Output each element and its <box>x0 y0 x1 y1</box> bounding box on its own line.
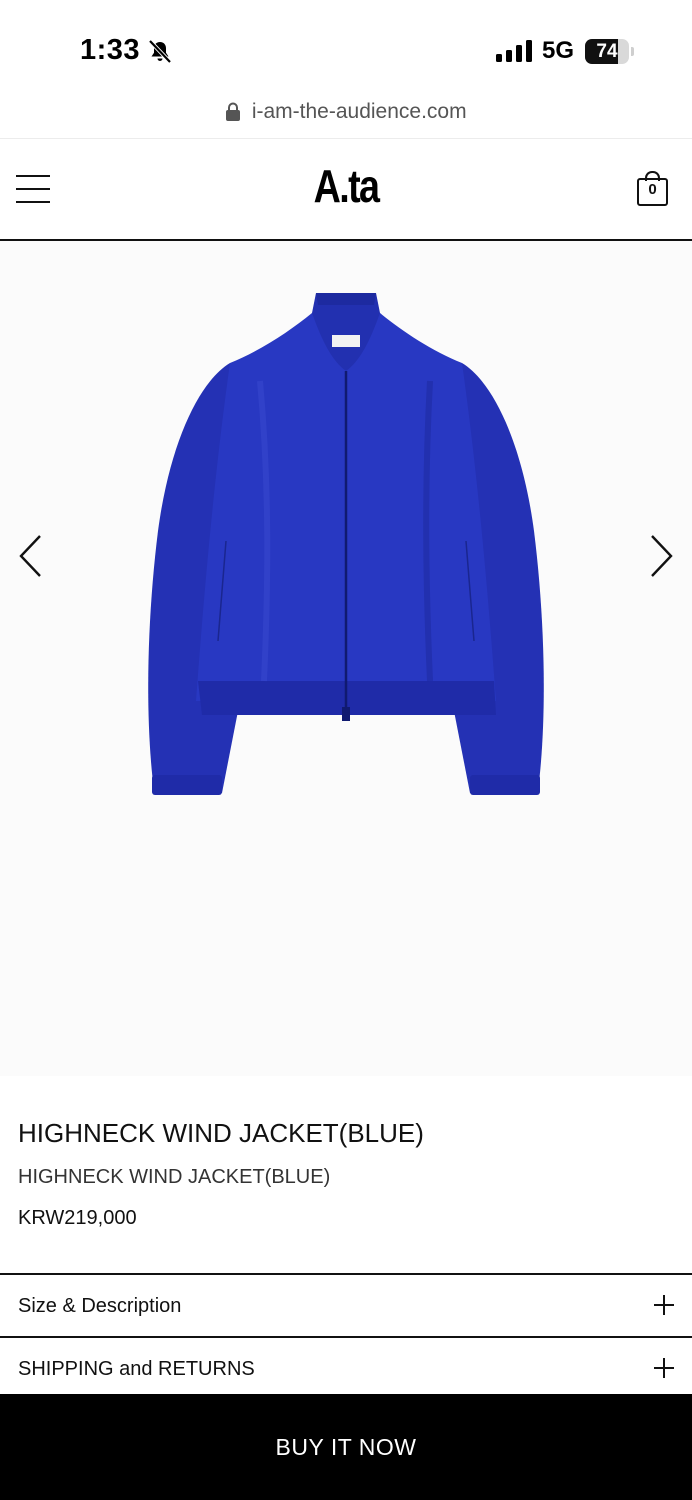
accordion-size-description[interactable]: Size & Description <box>0 1273 692 1337</box>
accordion-label: Size & Description <box>18 1295 182 1317</box>
chevron-left-icon[interactable] <box>16 533 46 579</box>
cellular-signal-icon <box>496 40 532 62</box>
silent-bell-icon <box>148 39 172 64</box>
accordion-label: SHIPPING and RETURNS <box>18 1358 255 1380</box>
product-title: HIGHNECK WIND JACKET(BLUE) <box>18 1118 424 1148</box>
plus-icon[interactable] <box>654 1358 674 1378</box>
blue-jacket-image <box>148 293 544 795</box>
accordion-shipping-returns[interactable]: SHIPPING and RETURNS <box>0 1336 692 1400</box>
product-subtitle: HIGHNECK WIND JACKET(BLUE) <box>18 1166 331 1188</box>
status-bar: 1:33 5G 74 <box>0 0 692 100</box>
cart-button[interactable]: 0 <box>636 171 669 207</box>
battery-icon: 74 <box>585 39 634 64</box>
site-logo[interactable]: A.ta <box>62 159 629 213</box>
buy-it-now-button[interactable]: BUY IT NOW <box>0 1394 692 1500</box>
address-bar[interactable]: i-am-the-audience.com <box>0 100 692 138</box>
plus-icon[interactable] <box>654 1295 674 1315</box>
chevron-right-icon[interactable] <box>646 533 676 579</box>
status-time: 1:33 <box>80 34 141 66</box>
product-gallery <box>0 241 692 1076</box>
lock-icon <box>226 102 241 121</box>
battery-level: 74 <box>596 41 618 62</box>
cart-count: 0 <box>648 181 657 198</box>
hamburger-menu-icon[interactable] <box>16 175 50 203</box>
product-price: KRW219,000 <box>18 1207 137 1229</box>
network-type: 5G <box>542 37 575 64</box>
url-text: i-am-the-audience.com <box>251 100 467 123</box>
site-header: A.ta 0 <box>0 138 692 241</box>
